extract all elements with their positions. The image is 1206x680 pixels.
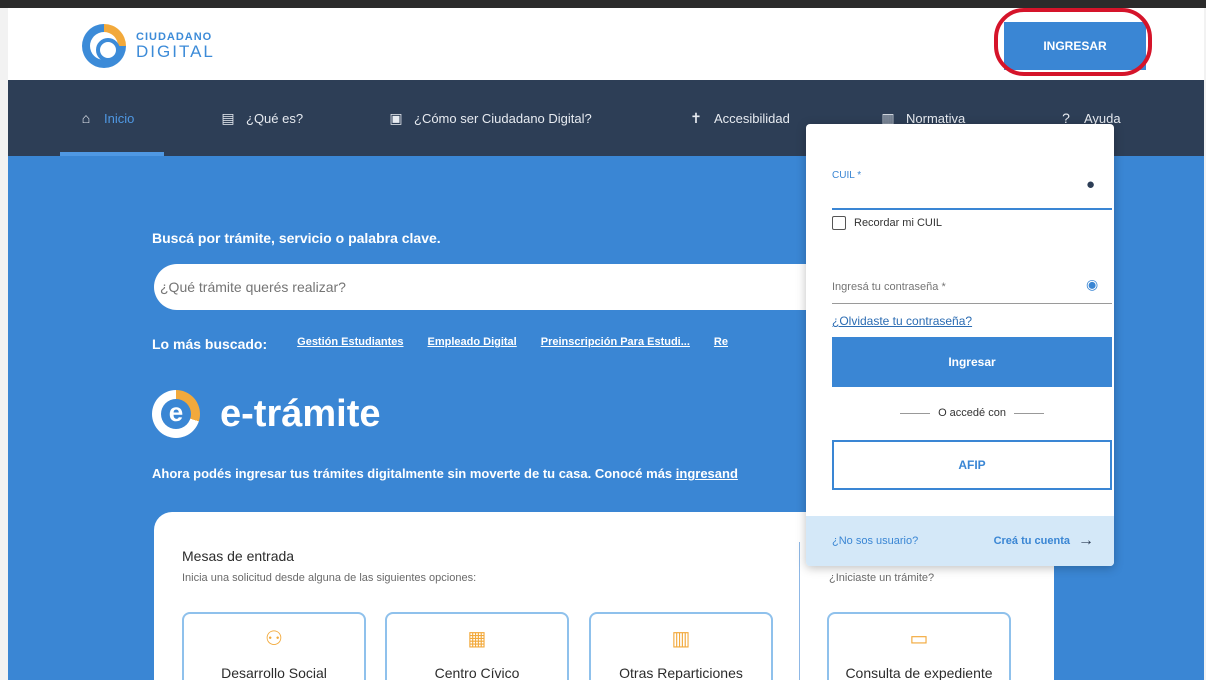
office-search-icon: ▥ — [671, 628, 691, 650]
nav-item-que-es[interactable]: ▤ ¿Qué es? — [220, 80, 303, 156]
nav-item-accesibilidad[interactable]: ✝ Accesibilidad — [688, 80, 790, 156]
window-top-edge — [0, 0, 1206, 8]
arrow-right-icon: → — [1078, 532, 1094, 549]
remember-checkbox[interactable] — [832, 216, 846, 230]
tile-otras-reparticiones[interactable]: ▥ Otras Reparticiones — [589, 612, 773, 680]
card-title: Mesas de entrada — [182, 548, 295, 564]
card-divider — [799, 542, 800, 680]
logo-text: CIUDADANO DIGITAL — [136, 32, 215, 61]
create-account-link[interactable]: Creá tu cuenta → — [994, 532, 1094, 550]
id-card-icon: ▣ — [389, 109, 403, 126]
etramite-title: e-trámite — [220, 392, 381, 435]
home-icon: ⌂ — [81, 110, 91, 126]
search-label: Buscá por trámite, servicio o palabra cl… — [152, 230, 441, 246]
accessibility-icon: ✝ — [690, 109, 702, 126]
nav-label: Inicio — [104, 110, 135, 126]
highlight-circle-annotation — [994, 8, 1152, 76]
search-input[interactable] — [154, 264, 874, 310]
cuil-input[interactable] — [832, 188, 1112, 210]
building-icon: ▦ — [467, 628, 487, 650]
eye-off-icon[interactable]: ◉ — [1086, 276, 1098, 293]
no-user-text: ¿No sos usuario? — [832, 535, 919, 547]
site-logo[interactable]: CIUDADANO DIGITAL — [82, 24, 215, 68]
popular-link[interactable]: Re — [714, 336, 728, 352]
nav-label: Accesibilidad — [714, 110, 790, 126]
logo-mark-icon — [82, 24, 126, 68]
user-icon: ● — [1086, 176, 1096, 193]
header: CIUDADANO DIGITAL INGRESAR — [8, 8, 1204, 80]
people-icon: ⚇ — [265, 628, 283, 650]
tile-label: Centro Cívico — [434, 665, 520, 680]
hero-description-link[interactable]: ingresand — [676, 466, 738, 481]
logo-line-2: DIGITAL — [136, 42, 215, 61]
tile-label: Desarrollo Social — [221, 665, 327, 680]
hero-description: Ahora podés ingresar tus trámites digita… — [152, 466, 738, 481]
nav-active-indicator — [60, 152, 164, 156]
popular-link[interactable]: Preinscripción Para Estudi... — [541, 336, 690, 352]
tile-consulta-expediente[interactable]: ▭ Consulta de expediente — [827, 612, 1011, 680]
create-account-label: Creá tu cuenta — [993, 535, 1070, 547]
popular-label: Lo más buscado: — [152, 336, 268, 352]
cuil-label: CUIL * — [832, 170, 862, 181]
etramite-logo-icon — [152, 390, 200, 438]
nav-label: ¿Qué es? — [246, 110, 304, 126]
or-divider: O accedé con — [832, 407, 1112, 419]
tile-centro-civico[interactable]: ▦ Centro Cívico — [385, 612, 569, 680]
tile-label: Otras Reparticiones — [619, 665, 743, 680]
forgot-password-link[interactable]: ¿Olvidaste tu contraseña? — [832, 314, 972, 328]
remember-cuil[interactable]: Recordar mi CUIL — [832, 216, 942, 230]
tile-desarrollo-social[interactable]: ⚇ Desarrollo Social — [182, 612, 366, 680]
card-side-subtitle: ¿Iniciaste un trámite? — [829, 572, 935, 584]
popular-searches: Lo más buscado: Gestión Estudiantes Empl… — [152, 336, 728, 352]
tile-label: Consulta de expediente — [845, 665, 993, 680]
nav-item-como-ser[interactable]: ▣ ¿Cómo ser Ciudadano Digital? — [388, 80, 592, 156]
login-footer: ¿No sos usuario? Creá tu cuenta → — [806, 516, 1114, 566]
card-subtitle: Inicia una solicitud desde alguna de las… — [182, 572, 477, 584]
hero-description-text: Ahora podés ingresar tus trámites digita… — [152, 466, 676, 481]
afip-login-button[interactable]: AFIP — [832, 440, 1112, 490]
etramite-brand: e-trámite — [152, 390, 381, 438]
password-input[interactable] — [832, 270, 1112, 304]
folder-icon: ▭ — [909, 628, 929, 650]
remember-label: Recordar mi CUIL — [854, 217, 943, 229]
login-dropdown: CUIL * ● Recordar mi CUIL ◉ ¿Olvidaste t… — [806, 124, 1114, 566]
popular-link[interactable]: Gestión Estudiantes — [297, 336, 403, 352]
popular-link[interactable]: Empleado Digital — [428, 336, 517, 352]
list-icon: ▤ — [221, 109, 235, 126]
login-submit-button[interactable]: Ingresar — [832, 337, 1112, 387]
nav-item-inicio[interactable]: ⌂ Inicio — [78, 80, 135, 156]
page: CIUDADANO DIGITAL INGRESAR ⌂ Inicio ▤ ¿Q… — [8, 8, 1204, 680]
nav-label: ¿Cómo ser Ciudadano Digital? — [414, 110, 592, 126]
